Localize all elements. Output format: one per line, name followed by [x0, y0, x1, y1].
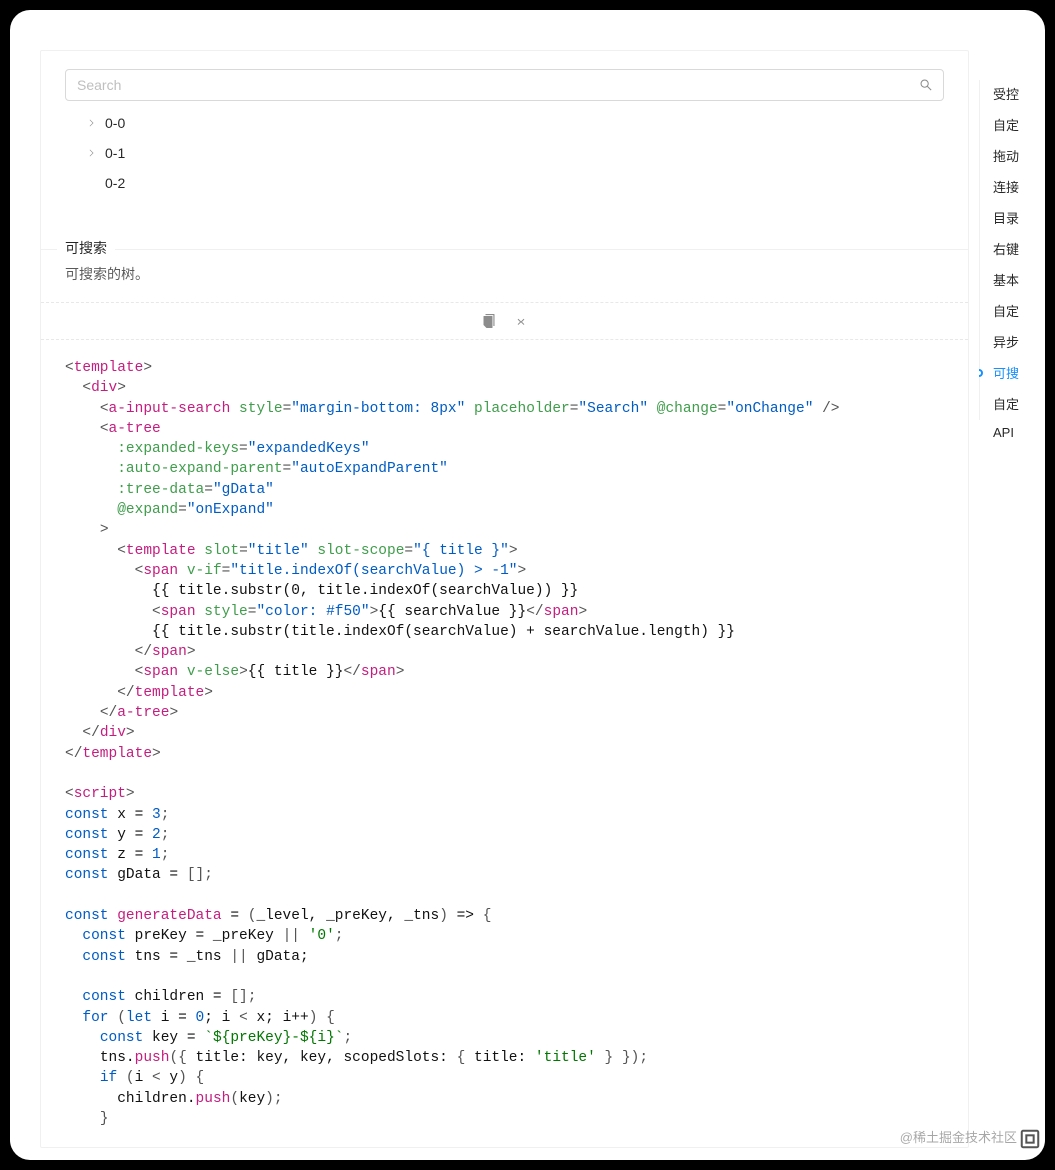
anchor-item[interactable]: 可搜 [979, 357, 1045, 388]
anchor-item[interactable]: API [979, 419, 1045, 446]
caret-right-icon[interactable] [87, 118, 97, 128]
demo-meta: 可搜索 可搜索的树。 [41, 249, 968, 302]
demo-action-bar [41, 302, 968, 340]
tree-node[interactable]: 0-2 [65, 171, 944, 195]
code-toggle-icon[interactable] [513, 313, 529, 329]
search-input-wrap [65, 69, 944, 101]
anchor-item[interactable]: 右键 [979, 233, 1045, 264]
search-icon[interactable] [919, 78, 933, 92]
anchor-item[interactable]: 自定 [979, 388, 1045, 419]
tree-node-title: 0-2 [105, 175, 125, 191]
anchor-item[interactable]: 基本 [979, 264, 1045, 295]
tree-node[interactable]: 0-0 [65, 111, 944, 135]
watermark: @稀土掘金技术社区 [900, 1127, 1017, 1146]
anchor-item[interactable]: 异步 [979, 326, 1045, 357]
demo-box: 0-0 0-1 0-2 可搜索 可搜索的树。 <template> <div> <a… [40, 50, 969, 1148]
fullscreen-icon[interactable] [1019, 1128, 1041, 1150]
anchor-item[interactable]: 目录 [979, 202, 1045, 233]
copy-icon[interactable] [481, 313, 497, 329]
anchor-active-dot-icon [979, 369, 983, 377]
tree-node-title: 0-1 [105, 145, 125, 161]
tree-node[interactable]: 0-1 [65, 141, 944, 165]
main-content: 0-0 0-1 0-2 可搜索 可搜索的树。 <template> <div> <a… [10, 10, 979, 1160]
caret-right-icon[interactable] [87, 148, 97, 158]
demo-section: 0-0 0-1 0-2 [41, 51, 968, 219]
anchor-item[interactable]: 自定 [979, 109, 1045, 140]
anchor-item[interactable]: 连接 [979, 171, 1045, 202]
search-input[interactable] [65, 69, 944, 101]
demo-title: 可搜索 [57, 238, 115, 258]
code-block: <template> <div> <a-input-search style="… [41, 340, 968, 1147]
anchor-sidebar: 受控自定拖动连接目录右键基本自定异步可搜自定API [979, 10, 1045, 1160]
anchor-item[interactable]: 拖动 [979, 140, 1045, 171]
app-window: 0-0 0-1 0-2 可搜索 可搜索的树。 <template> <div> <a… [10, 10, 1045, 1160]
anchor-item[interactable]: 受控 [979, 78, 1045, 109]
demo-description: 可搜索的树。 [41, 250, 968, 302]
tree-node-title: 0-0 [105, 115, 125, 131]
tree: 0-0 0-1 0-2 [65, 111, 944, 195]
anchor-item[interactable]: 自定 [979, 295, 1045, 326]
